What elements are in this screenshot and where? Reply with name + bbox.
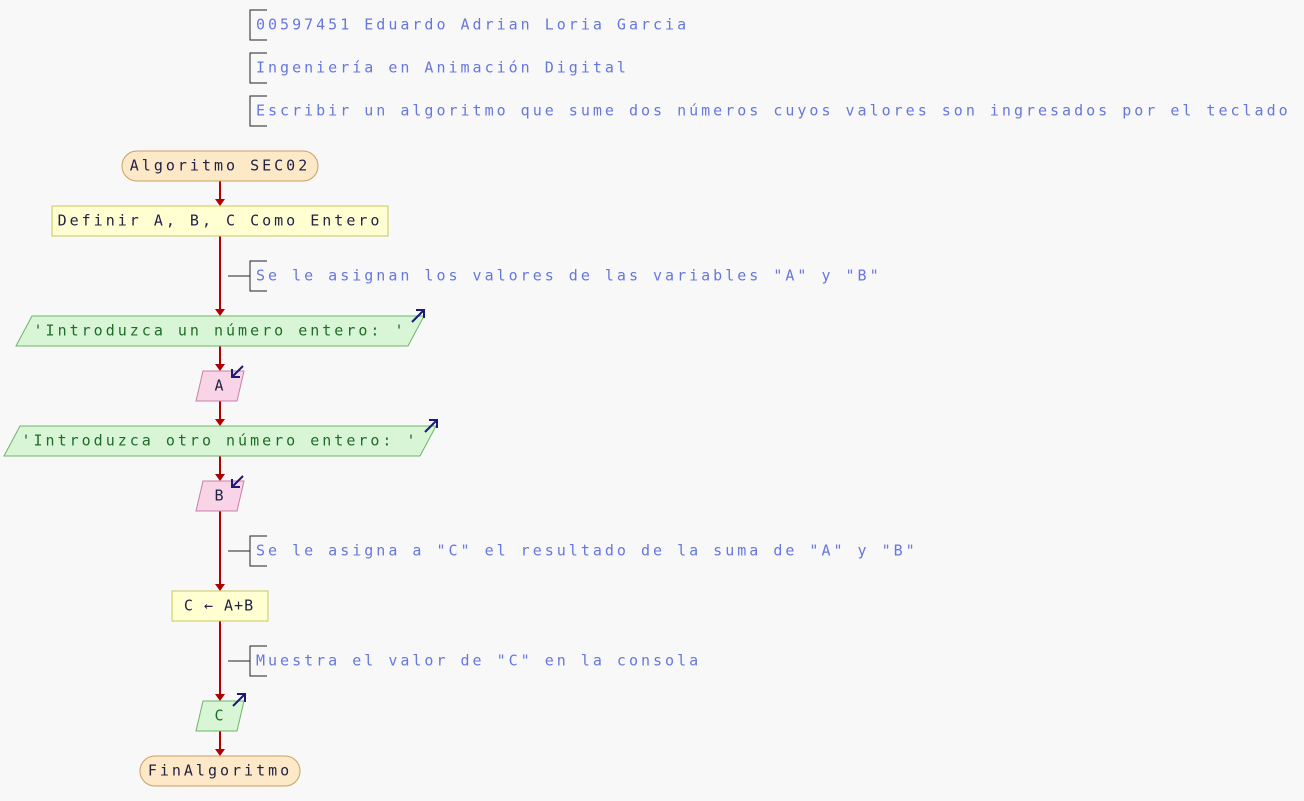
header-comment-student: 00597451 Eduardo Adrian Loria Garcia bbox=[249, 9, 689, 41]
output-prompt-2-label: 'Introduzca otro número entero: ' bbox=[21, 432, 418, 450]
output-prompt-2[interactable]: 'Introduzca otro número entero: ' bbox=[3, 419, 438, 457]
flowchart-canvas: 00597451 Eduardo Adrian Loria Garcia Ing… bbox=[3, 9, 1291, 787]
define-label: Definir A, B, C Como Entero bbox=[58, 212, 383, 230]
connector-arrowhead bbox=[215, 584, 225, 591]
connector-arrowhead bbox=[215, 199, 225, 206]
connector-arrowhead bbox=[215, 474, 225, 481]
start-terminal[interactable]: Algoritmo SEC02 bbox=[121, 150, 319, 182]
read-b-label: B bbox=[214, 487, 223, 505]
connector-arrowhead bbox=[215, 694, 225, 701]
input-read-b[interactable]: B bbox=[195, 475, 245, 512]
connector-arrowhead bbox=[215, 419, 225, 426]
read-a-label: A bbox=[214, 377, 223, 395]
flow-connectors bbox=[215, 181, 225, 756]
define-process[interactable]: Definir A, B, C Como Entero bbox=[51, 205, 389, 237]
output-prompt-1-label: 'Introduzca un número entero: ' bbox=[34, 322, 407, 340]
comment-show: Muestra el valor de "C" en la consola bbox=[228, 645, 701, 677]
write-c-label: C bbox=[214, 707, 223, 725]
comment-sum: Se le asigna a "C" el resultado de la su… bbox=[228, 535, 918, 567]
header-comment-task: Escribir un algoritmo que sume dos númer… bbox=[249, 95, 1291, 127]
header-comment-program: Ingeniería en Animación Digital bbox=[249, 52, 629, 84]
header-task-text: Escribir un algoritmo que sume dos númer… bbox=[256, 102, 1291, 120]
header-program-text: Ingeniería en Animación Digital bbox=[256, 59, 629, 77]
comment-show-text: Muestra el valor de "C" en la consola bbox=[256, 652, 701, 670]
assign-label: C ← A+B bbox=[184, 597, 254, 615]
header-student-text: 00597451 Eduardo Adrian Loria Garcia bbox=[256, 16, 689, 34]
input-read-a[interactable]: A bbox=[195, 365, 245, 402]
start-label: Algoritmo SEC02 bbox=[130, 157, 310, 175]
connector-arrowhead bbox=[215, 309, 225, 316]
connector-arrowhead bbox=[215, 364, 225, 371]
comment-assign-values-text: Se le asignan los valores de las variabl… bbox=[256, 267, 882, 285]
end-terminal[interactable]: FinAlgoritmo bbox=[139, 755, 301, 787]
comment-assign-values: Se le asignan los valores de las variabl… bbox=[228, 260, 882, 292]
connector-arrowhead bbox=[215, 749, 225, 756]
assign-process[interactable]: C ← A+B bbox=[171, 590, 269, 622]
comment-sum-text: Se le asigna a "C" el resultado de la su… bbox=[256, 542, 918, 560]
end-label: FinAlgoritmo bbox=[148, 762, 292, 780]
